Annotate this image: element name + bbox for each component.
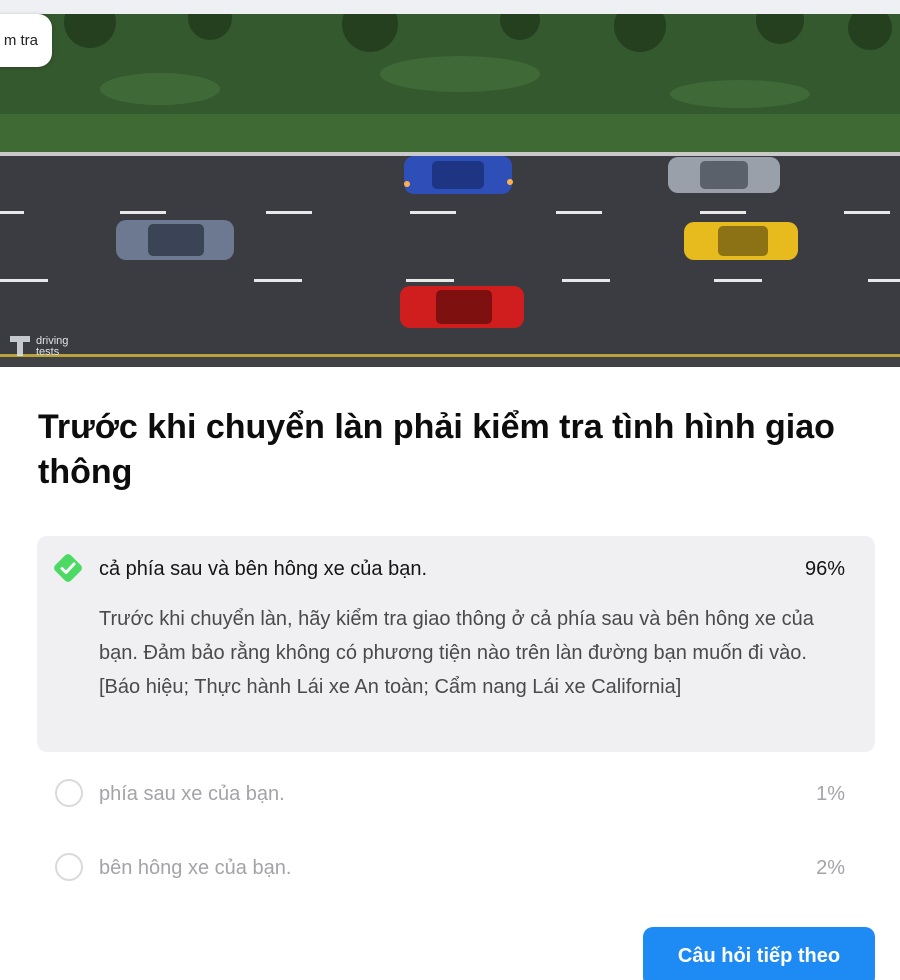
radio-circle-icon (55, 779, 83, 807)
answer-percent: 96% (804, 558, 845, 580)
question-text: Trước khi chuyển làn phải kiểm tra tình … (38, 408, 835, 491)
answer-text: cả phía sau và bên hông xe của bạn. (99, 558, 428, 580)
category-tag-label: m tra (3, 32, 38, 49)
car-yellow (684, 222, 798, 260)
answer-text: bên hông xe của bạn. (99, 857, 292, 879)
car-silver-top (668, 157, 780, 193)
next-question-button[interactable]: Câu hỏi tiếp theo (643, 927, 875, 980)
radio-circle-icon (55, 853, 83, 881)
logo-text-2: tests (36, 346, 60, 358)
question-image: driving tests (0, 14, 900, 367)
car-gray (116, 220, 234, 260)
answer-explanation: Trước khi chuyển làn, hãy kiểm tra giao … (99, 608, 814, 698)
answer-option[interactable]: phía sau xe của bạn. 1% (37, 773, 875, 813)
car-blue (404, 156, 513, 194)
answer-option-correct[interactable]: cả phía sau và bên hông xe của bạn. 96% … (37, 536, 875, 752)
top-bar (0, 0, 900, 14)
answer-option[interactable]: bên hông xe của bạn. 2% (37, 847, 875, 887)
car-red (400, 286, 524, 328)
category-tag[interactable]: m tra (0, 14, 52, 67)
answer-percent: 2% (816, 857, 845, 879)
answer-percent: 1% (816, 783, 845, 805)
answer-text: phía sau xe của bạn. (99, 783, 285, 805)
check-diamond-icon (54, 554, 82, 582)
